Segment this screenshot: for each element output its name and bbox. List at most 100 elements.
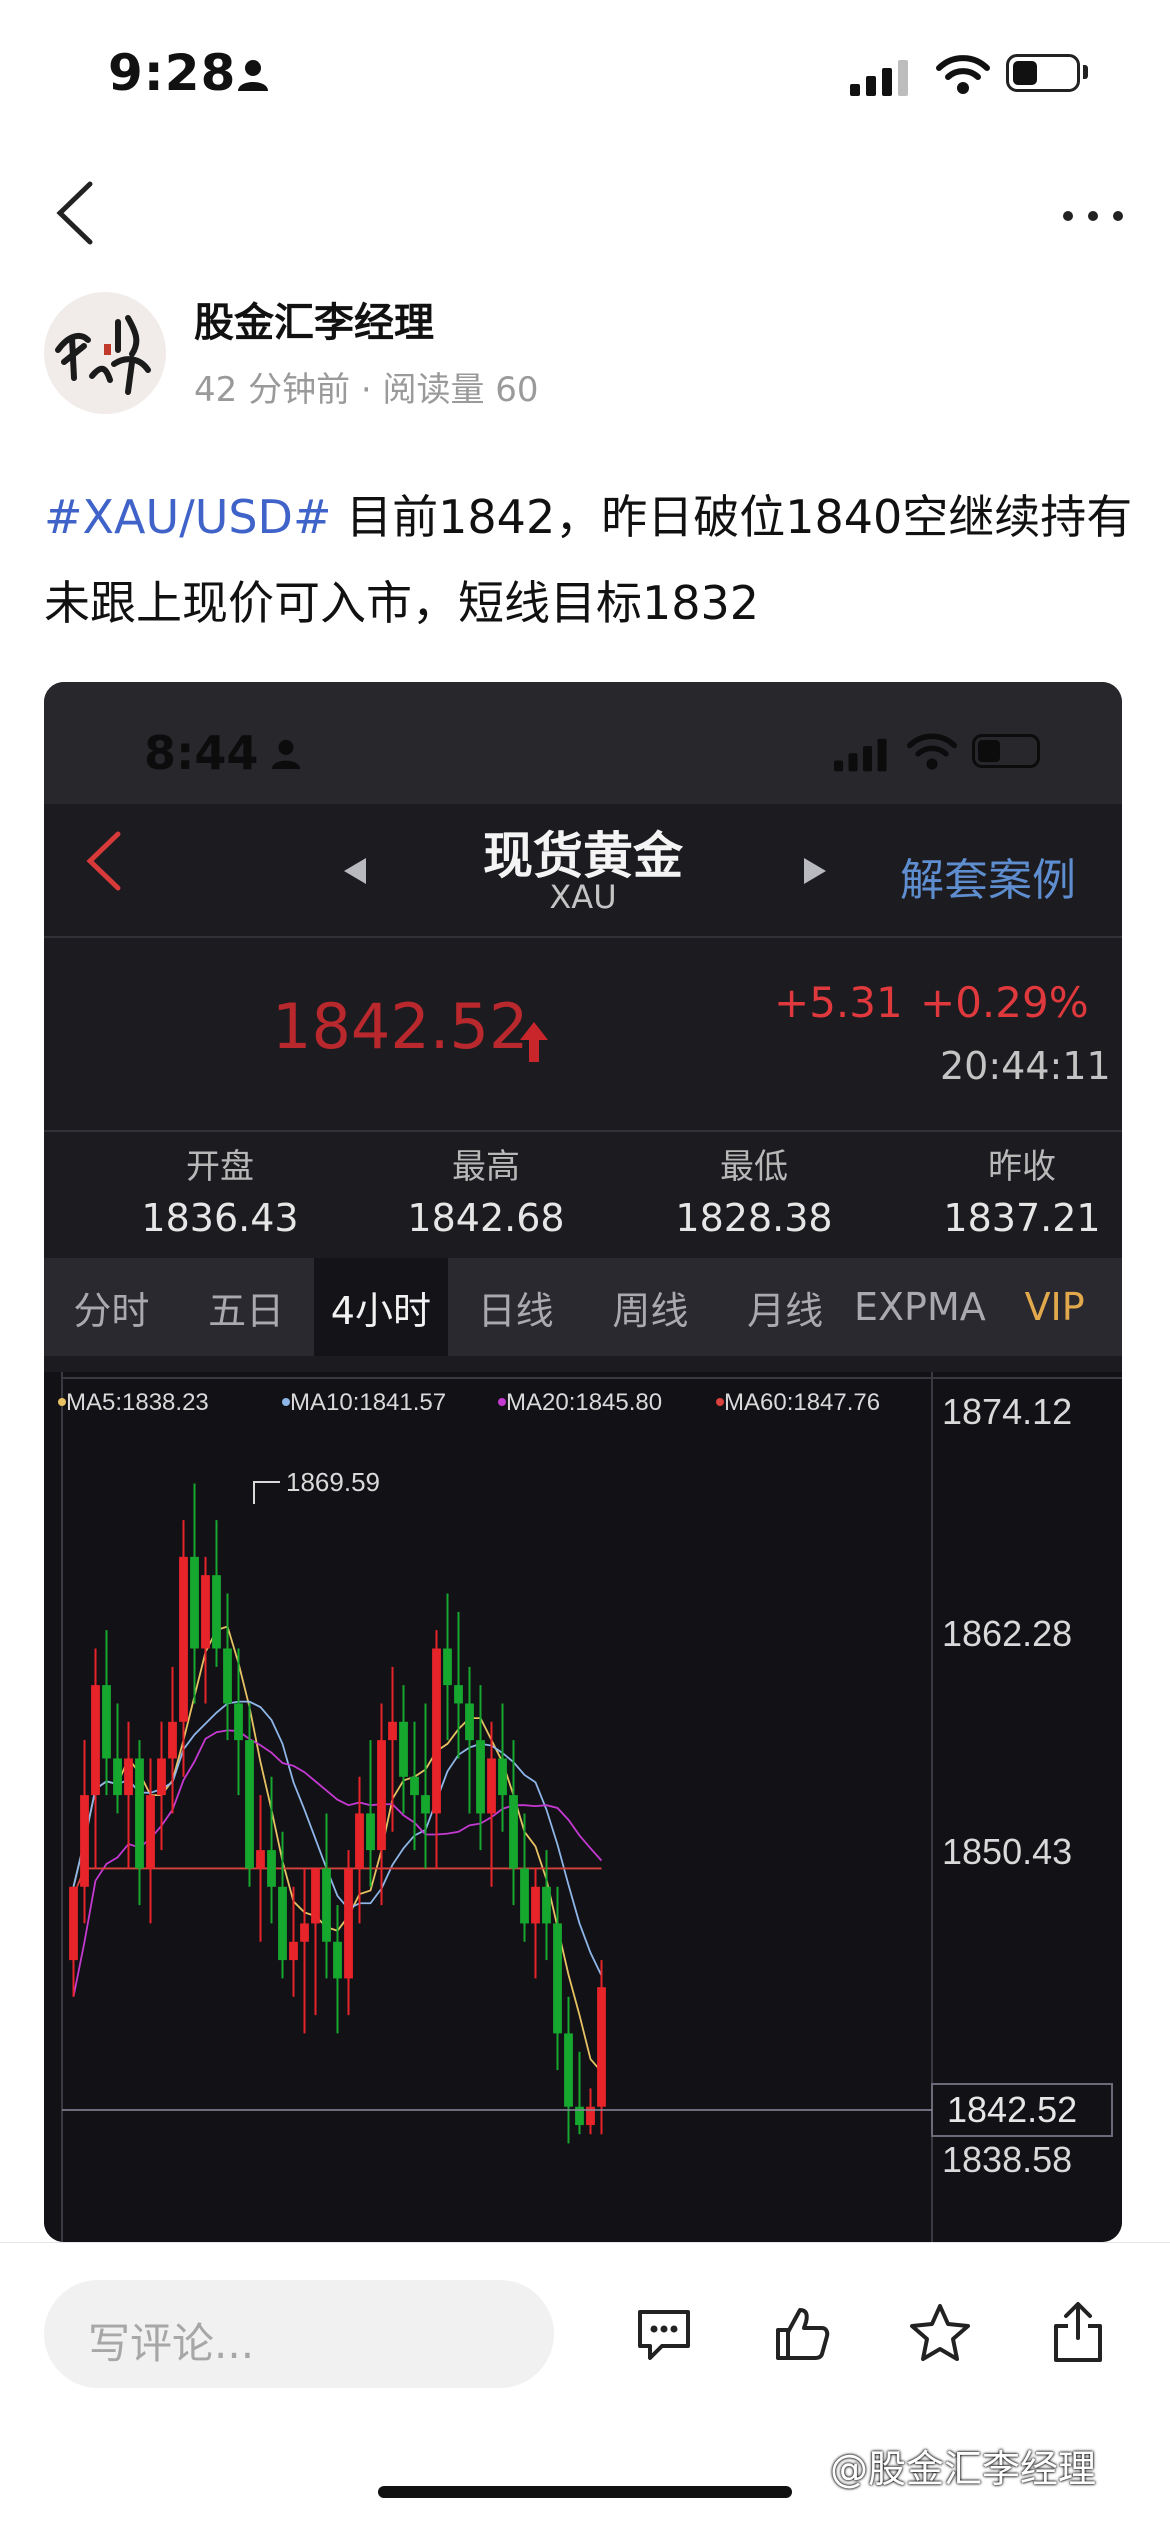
candle-down: [212, 1575, 221, 1649]
back-arrow-icon[interactable]: [50, 178, 100, 248]
candle-down: [509, 1795, 518, 1869]
candle-down: [245, 1740, 254, 1869]
candle-down: [542, 1886, 551, 1924]
tab-weekly[interactable]: 周线: [583, 1258, 718, 1356]
candlestick-chart[interactable]: MA5:1838.23 MA10:1841.57 MA20:1845.80 MA…: [44, 1372, 1122, 2242]
candle-up: [256, 1850, 265, 1869]
candle-down: [454, 1685, 463, 1704]
embedded-screenshot[interactable]: 8:44 现货黄金 XAU 解套案例 1842.52 +5.31 +0.29% …: [44, 682, 1122, 2242]
candle-up: [388, 1721, 397, 1741]
legend-dot-ma10: [282, 1398, 290, 1406]
legend-ma60: MA60:1847.76: [724, 1389, 880, 1416]
share-icon[interactable]: [1050, 2300, 1106, 2364]
legend-dot-ma5: [58, 1398, 66, 1406]
candle-up: [201, 1575, 210, 1649]
legend-ma10: MA10:1841.57: [290, 1389, 446, 1416]
home-indicator: [378, 2486, 792, 2498]
candle-down: [102, 1685, 111, 1759]
stat-prev-close: 昨收 1837.21: [943, 1147, 1101, 1240]
candle-down: [553, 1923, 562, 2034]
embedded-person-icon: [271, 739, 301, 770]
candle-up: [80, 1795, 89, 1887]
candle-up: [179, 1556, 188, 1722]
candle-up: [124, 1758, 133, 1796]
candle-up: [311, 1868, 320, 1924]
cellular-signal-icon: [850, 60, 908, 96]
divider: [44, 936, 1122, 938]
candle-down: [465, 1703, 474, 1741]
person-icon: [238, 60, 268, 91]
candle-down: [366, 1813, 375, 1851]
legend-dot-ma20: [498, 1398, 506, 1406]
up-arrow-icon: [520, 1022, 548, 1062]
candle-up: [344, 1868, 353, 1979]
tab-monthly[interactable]: 月线: [718, 1258, 853, 1356]
candle-down: [135, 1758, 144, 1869]
current-price-label: 1842.52: [947, 2089, 1077, 2130]
candle-down: [476, 1740, 485, 1814]
like-icon[interactable]: [772, 2304, 832, 2364]
y-tick-2: 1862.28: [942, 1613, 1072, 1654]
embedded-battery-icon: [972, 734, 1040, 768]
legend-ma5: MA5:1838.23: [66, 1389, 209, 1416]
tab-timeshare[interactable]: 分时: [44, 1258, 179, 1356]
avatar[interactable]: [44, 292, 166, 414]
calligraphy-logo-icon: [55, 315, 151, 395]
candle-up: [432, 1648, 441, 1814]
embedded-signal-icon: [834, 738, 887, 772]
candle-up: [289, 1941, 298, 1961]
y-tick-3: 1850.43: [942, 1831, 1072, 1872]
case-study-link[interactable]: 解套案例: [900, 844, 1076, 908]
candle-up: [91, 1685, 100, 1796]
candle-down: [498, 1758, 507, 1796]
embedded-wifi-icon: [906, 733, 958, 770]
candle-down: [278, 1886, 287, 1961]
candle-up: [355, 1813, 364, 1869]
candle-down: [234, 1703, 243, 1741]
wifi-icon: [936, 55, 990, 94]
next-symbol-icon[interactable]: [800, 856, 830, 886]
hashtag-link[interactable]: #XAU/USD#: [44, 490, 332, 544]
tab-expma[interactable]: EXPMA: [853, 1258, 988, 1356]
candle-down: [267, 1850, 276, 1887]
candle-down: [520, 1868, 529, 1924]
period-tabs: 分时 五日 4小时 日线 周线 月线 EXPMA VIP: [44, 1258, 1122, 1356]
candle-down: [399, 1721, 408, 1777]
candle-up: [597, 1987, 606, 2107]
candle-up: [168, 1721, 177, 1759]
battery-icon: [1006, 54, 1080, 92]
comment-placeholder[interactable]: 写评论...: [88, 2310, 254, 2371]
favorite-star-icon[interactable]: [908, 2302, 972, 2364]
quote-time: 20:44:11: [940, 1044, 1111, 1088]
tab-vip[interactable]: VIP: [987, 1258, 1122, 1356]
stat-high: 最高 1842.68: [407, 1147, 565, 1240]
author-name[interactable]: 股金汇李经理: [194, 290, 434, 348]
tab-five-day[interactable]: 五日: [179, 1258, 314, 1356]
y-tick-4: 1838.58: [942, 2139, 1072, 2180]
last-price: 1842.52: [272, 990, 529, 1063]
candle-down: [564, 2033, 573, 2107]
candle-up: [487, 1758, 496, 1814]
tab-4-hour[interactable]: 4小时: [313, 1258, 449, 1356]
post-meta: 42 分钟前 · 阅读量 60: [194, 370, 539, 410]
candle-up: [377, 1740, 386, 1851]
price-change-percent: +0.29%: [920, 978, 1089, 1027]
stat-open: 开盘 1836.43: [141, 1147, 299, 1240]
candle-up: [300, 1923, 309, 1942]
candle-down: [223, 1648, 232, 1704]
price-change: +5.31: [774, 978, 903, 1027]
comment-icon[interactable]: [634, 2306, 694, 2362]
legend-ma20: MA20:1845.80: [506, 1389, 662, 1416]
legend-dot-ma60: [716, 1398, 724, 1406]
tab-daily[interactable]: 日线: [448, 1258, 583, 1356]
candle-up: [531, 1886, 540, 1924]
stat-low: 最低 1828.38: [675, 1147, 833, 1240]
more-options-icon[interactable]: [1060, 196, 1126, 236]
candle-up: [69, 1886, 78, 1961]
divider: [44, 1130, 1122, 1132]
candle-down: [113, 1758, 122, 1796]
candle-down: [322, 1868, 331, 1942]
candle-up: [146, 1795, 155, 1869]
watermark: @股金汇李经理: [830, 2447, 1097, 2491]
candle-down: [190, 1556, 199, 1649]
